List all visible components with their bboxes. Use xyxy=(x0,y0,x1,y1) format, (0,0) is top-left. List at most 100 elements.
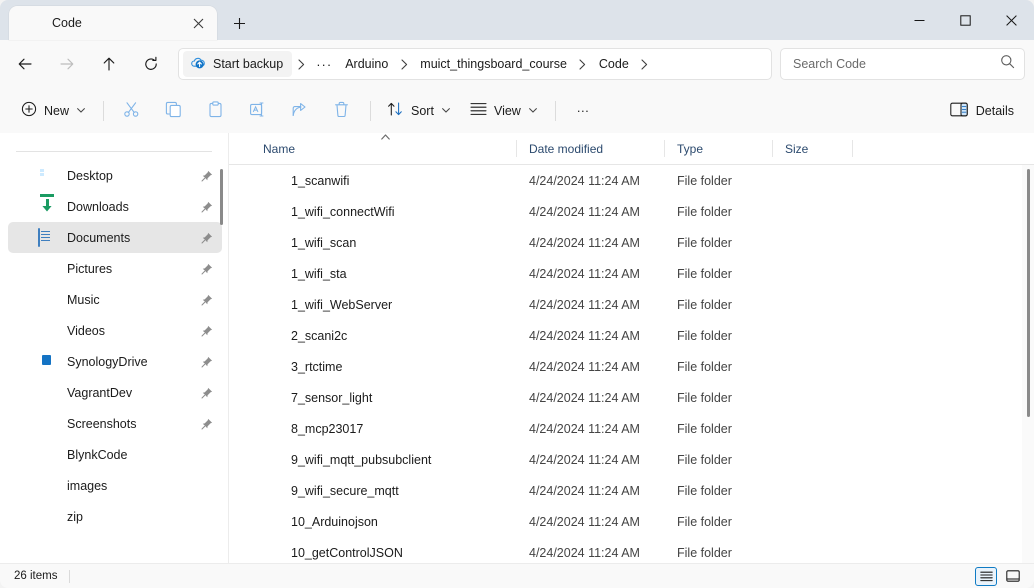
chevron-right-icon[interactable] xyxy=(292,51,310,77)
sidebar-item-documents[interactable]: Documents xyxy=(8,222,222,253)
pin-icon[interactable] xyxy=(200,324,214,338)
sidebar-item-screenshots[interactable]: Screenshots xyxy=(8,408,222,439)
table-row[interactable]: 1_scanwifi 4/24/2024 11:24 AM File folder xyxy=(229,165,1028,196)
table-row[interactable]: 10_Arduinojson 4/24/2024 11:24 AM File fol… xyxy=(229,506,1028,537)
delete-button[interactable] xyxy=(321,95,361,127)
back-button[interactable] xyxy=(8,47,42,81)
divider xyxy=(554,100,556,121)
sidebar-item-desktop[interactable]: Desktop xyxy=(8,160,222,191)
file-list-scrollbar[interactable] xyxy=(1022,165,1034,563)
pin-icon[interactable] xyxy=(200,262,214,276)
table-row[interactable]: 1_wifi_WebServer 4/24/2024 11:24 AM File f… xyxy=(229,289,1028,320)
search-input[interactable] xyxy=(793,57,996,71)
table-row[interactable]: 8_mcp23017 4/24/2024 11:24 AM File folder xyxy=(229,413,1028,444)
file-name-cell[interactable]: 1_wifi_connectWifi xyxy=(245,204,517,219)
refresh-button[interactable] xyxy=(134,47,168,81)
sidebar-item-pictures[interactable]: Pictures xyxy=(8,253,222,284)
sidebar-item-downloads[interactable]: Downloads xyxy=(8,191,222,222)
sidebar-scrollbar-thumb[interactable] xyxy=(220,169,223,225)
breadcrumb-item-muict-thingsboard-course[interactable]: muict_thingsboard_course xyxy=(413,51,574,77)
breadcrumb-item-code[interactable]: Code xyxy=(592,51,636,77)
file-name-cell[interactable]: 10_Arduinojson xyxy=(245,514,517,529)
table-row[interactable]: 2_scani2c 4/24/2024 11:24 AM File folder xyxy=(229,320,1028,351)
minimize-icon[interactable] xyxy=(896,0,942,40)
file-name-cell[interactable]: 10_getControlJSON xyxy=(245,545,517,560)
column-header-size[interactable]: Size xyxy=(773,133,853,165)
file-name-cell[interactable]: 9_wifi_mqtt_pubsubclient xyxy=(245,452,517,467)
chevron-right-icon[interactable] xyxy=(636,51,654,77)
new-tab-button[interactable] xyxy=(222,6,256,40)
folder-icon xyxy=(263,390,281,405)
breadcrumb-item-arduino[interactable]: Arduino xyxy=(338,51,395,77)
folder-icon xyxy=(263,514,281,529)
explorer-body: Desktop Downloads Documents Pictures Music Vi… xyxy=(0,133,1034,563)
details-view-icon[interactable] xyxy=(975,566,997,586)
sidebar-item-music[interactable]: Music xyxy=(8,284,222,315)
column-header-date-modified[interactable]: Date modified xyxy=(517,133,665,165)
file-name-cell[interactable]: 1_scanwifi xyxy=(245,173,517,188)
maximize-icon[interactable] xyxy=(942,0,988,40)
sidebar-item-vagrantdev[interactable]: VagrantDev xyxy=(8,377,222,408)
close-icon[interactable] xyxy=(988,0,1034,40)
sort-button[interactable]: Sort xyxy=(378,95,459,127)
pin-icon[interactable] xyxy=(200,417,214,431)
pin-icon[interactable] xyxy=(200,386,214,400)
share-button[interactable] xyxy=(279,95,319,127)
breadcrumb[interactable]: Start backup ··· Arduino muict_thingsboa… xyxy=(178,48,772,80)
table-row[interactable]: 10_getControlJSON 4/24/2024 11:24 AM File … xyxy=(229,537,1028,563)
more-options-button[interactable]: ··· xyxy=(563,95,603,127)
file-name-label: 1_wifi_sta xyxy=(291,266,347,281)
column-header-name[interactable]: Name xyxy=(245,133,517,165)
sidebar-item-images[interactable]: images xyxy=(8,470,222,501)
folder-icon xyxy=(38,415,56,433)
table-row[interactable]: 3_rtctime 4/24/2024 11:24 AM File folder xyxy=(229,351,1028,382)
search-box[interactable] xyxy=(780,48,1025,80)
pin-icon[interactable] xyxy=(200,355,214,369)
file-name-cell[interactable]: 9_wifi_secure_mqtt xyxy=(245,483,517,498)
chevron-right-icon[interactable] xyxy=(574,51,592,77)
new-button[interactable]: New xyxy=(12,95,94,127)
close-icon[interactable] xyxy=(185,10,211,36)
table-row[interactable]: 1_wifi_connectWifi 4/24/2024 11:24 AM File… xyxy=(229,196,1028,227)
pin-icon[interactable] xyxy=(200,169,214,183)
copy-button[interactable] xyxy=(153,95,193,127)
view-toggle-group xyxy=(975,566,1024,586)
table-row[interactable]: 1_wifi_sta 4/24/2024 11:24 AM File folder xyxy=(229,258,1028,289)
start-backup-button[interactable]: Start backup xyxy=(183,51,293,77)
column-header-type[interactable]: Type xyxy=(665,133,773,165)
pin-icon[interactable] xyxy=(200,293,214,307)
file-name-cell[interactable]: 1_wifi_sta xyxy=(245,266,517,281)
chevron-right-icon[interactable] xyxy=(395,51,413,77)
table-row[interactable]: 7_sensor_light 4/24/2024 11:24 AM File fol… xyxy=(229,382,1028,413)
cut-button[interactable] xyxy=(111,95,151,127)
file-name-cell[interactable]: 8_mcp23017 xyxy=(245,421,517,436)
tab-code[interactable]: Code xyxy=(9,6,217,40)
tab-strip: Code xyxy=(0,0,256,40)
pin-icon[interactable] xyxy=(200,231,214,245)
pictures-icon xyxy=(38,260,56,278)
file-name-cell[interactable]: 1_wifi_scan xyxy=(245,235,517,250)
sidebar-item-blynkcode[interactable]: BlynkCode xyxy=(8,439,222,470)
file-name-cell[interactable]: 2_scani2c xyxy=(245,328,517,343)
pin-icon[interactable] xyxy=(200,200,214,214)
file-name-cell[interactable]: 3_rtctime xyxy=(245,359,517,374)
rename-button[interactable] xyxy=(237,95,277,127)
sidebar-item-synologydrive[interactable]: SynologyDrive xyxy=(8,346,222,377)
up-button[interactable] xyxy=(92,47,126,81)
breadcrumb-overflow[interactable]: ··· xyxy=(310,51,338,77)
view-button[interactable]: View xyxy=(461,95,546,127)
type-cell: File folder xyxy=(677,545,732,560)
sidebar-item-videos[interactable]: Videos xyxy=(8,315,222,346)
sidebar-item-zip[interactable]: zip xyxy=(8,501,222,532)
forward-button[interactable] xyxy=(50,47,84,81)
table-row[interactable]: 9_wifi_secure_mqtt 4/24/2024 11:24 AM File… xyxy=(229,475,1028,506)
file-list-scrollbar-thumb[interactable] xyxy=(1027,169,1030,417)
file-name-cell[interactable]: 1_wifi_WebServer xyxy=(245,297,517,312)
file-name-cell[interactable]: 7_sensor_light xyxy=(245,390,517,405)
paste-button[interactable] xyxy=(195,95,235,127)
large-icons-view-icon[interactable] xyxy=(1002,567,1024,586)
table-row[interactable]: 1_wifi_scan 4/24/2024 11:24 AM File folder xyxy=(229,227,1028,258)
details-pane-button[interactable]: Details xyxy=(940,95,1024,127)
table-row[interactable]: 9_wifi_mqtt_pubsubclient 4/24/2024 11:24 … xyxy=(229,444,1028,475)
type-cell: File folder xyxy=(677,266,732,281)
